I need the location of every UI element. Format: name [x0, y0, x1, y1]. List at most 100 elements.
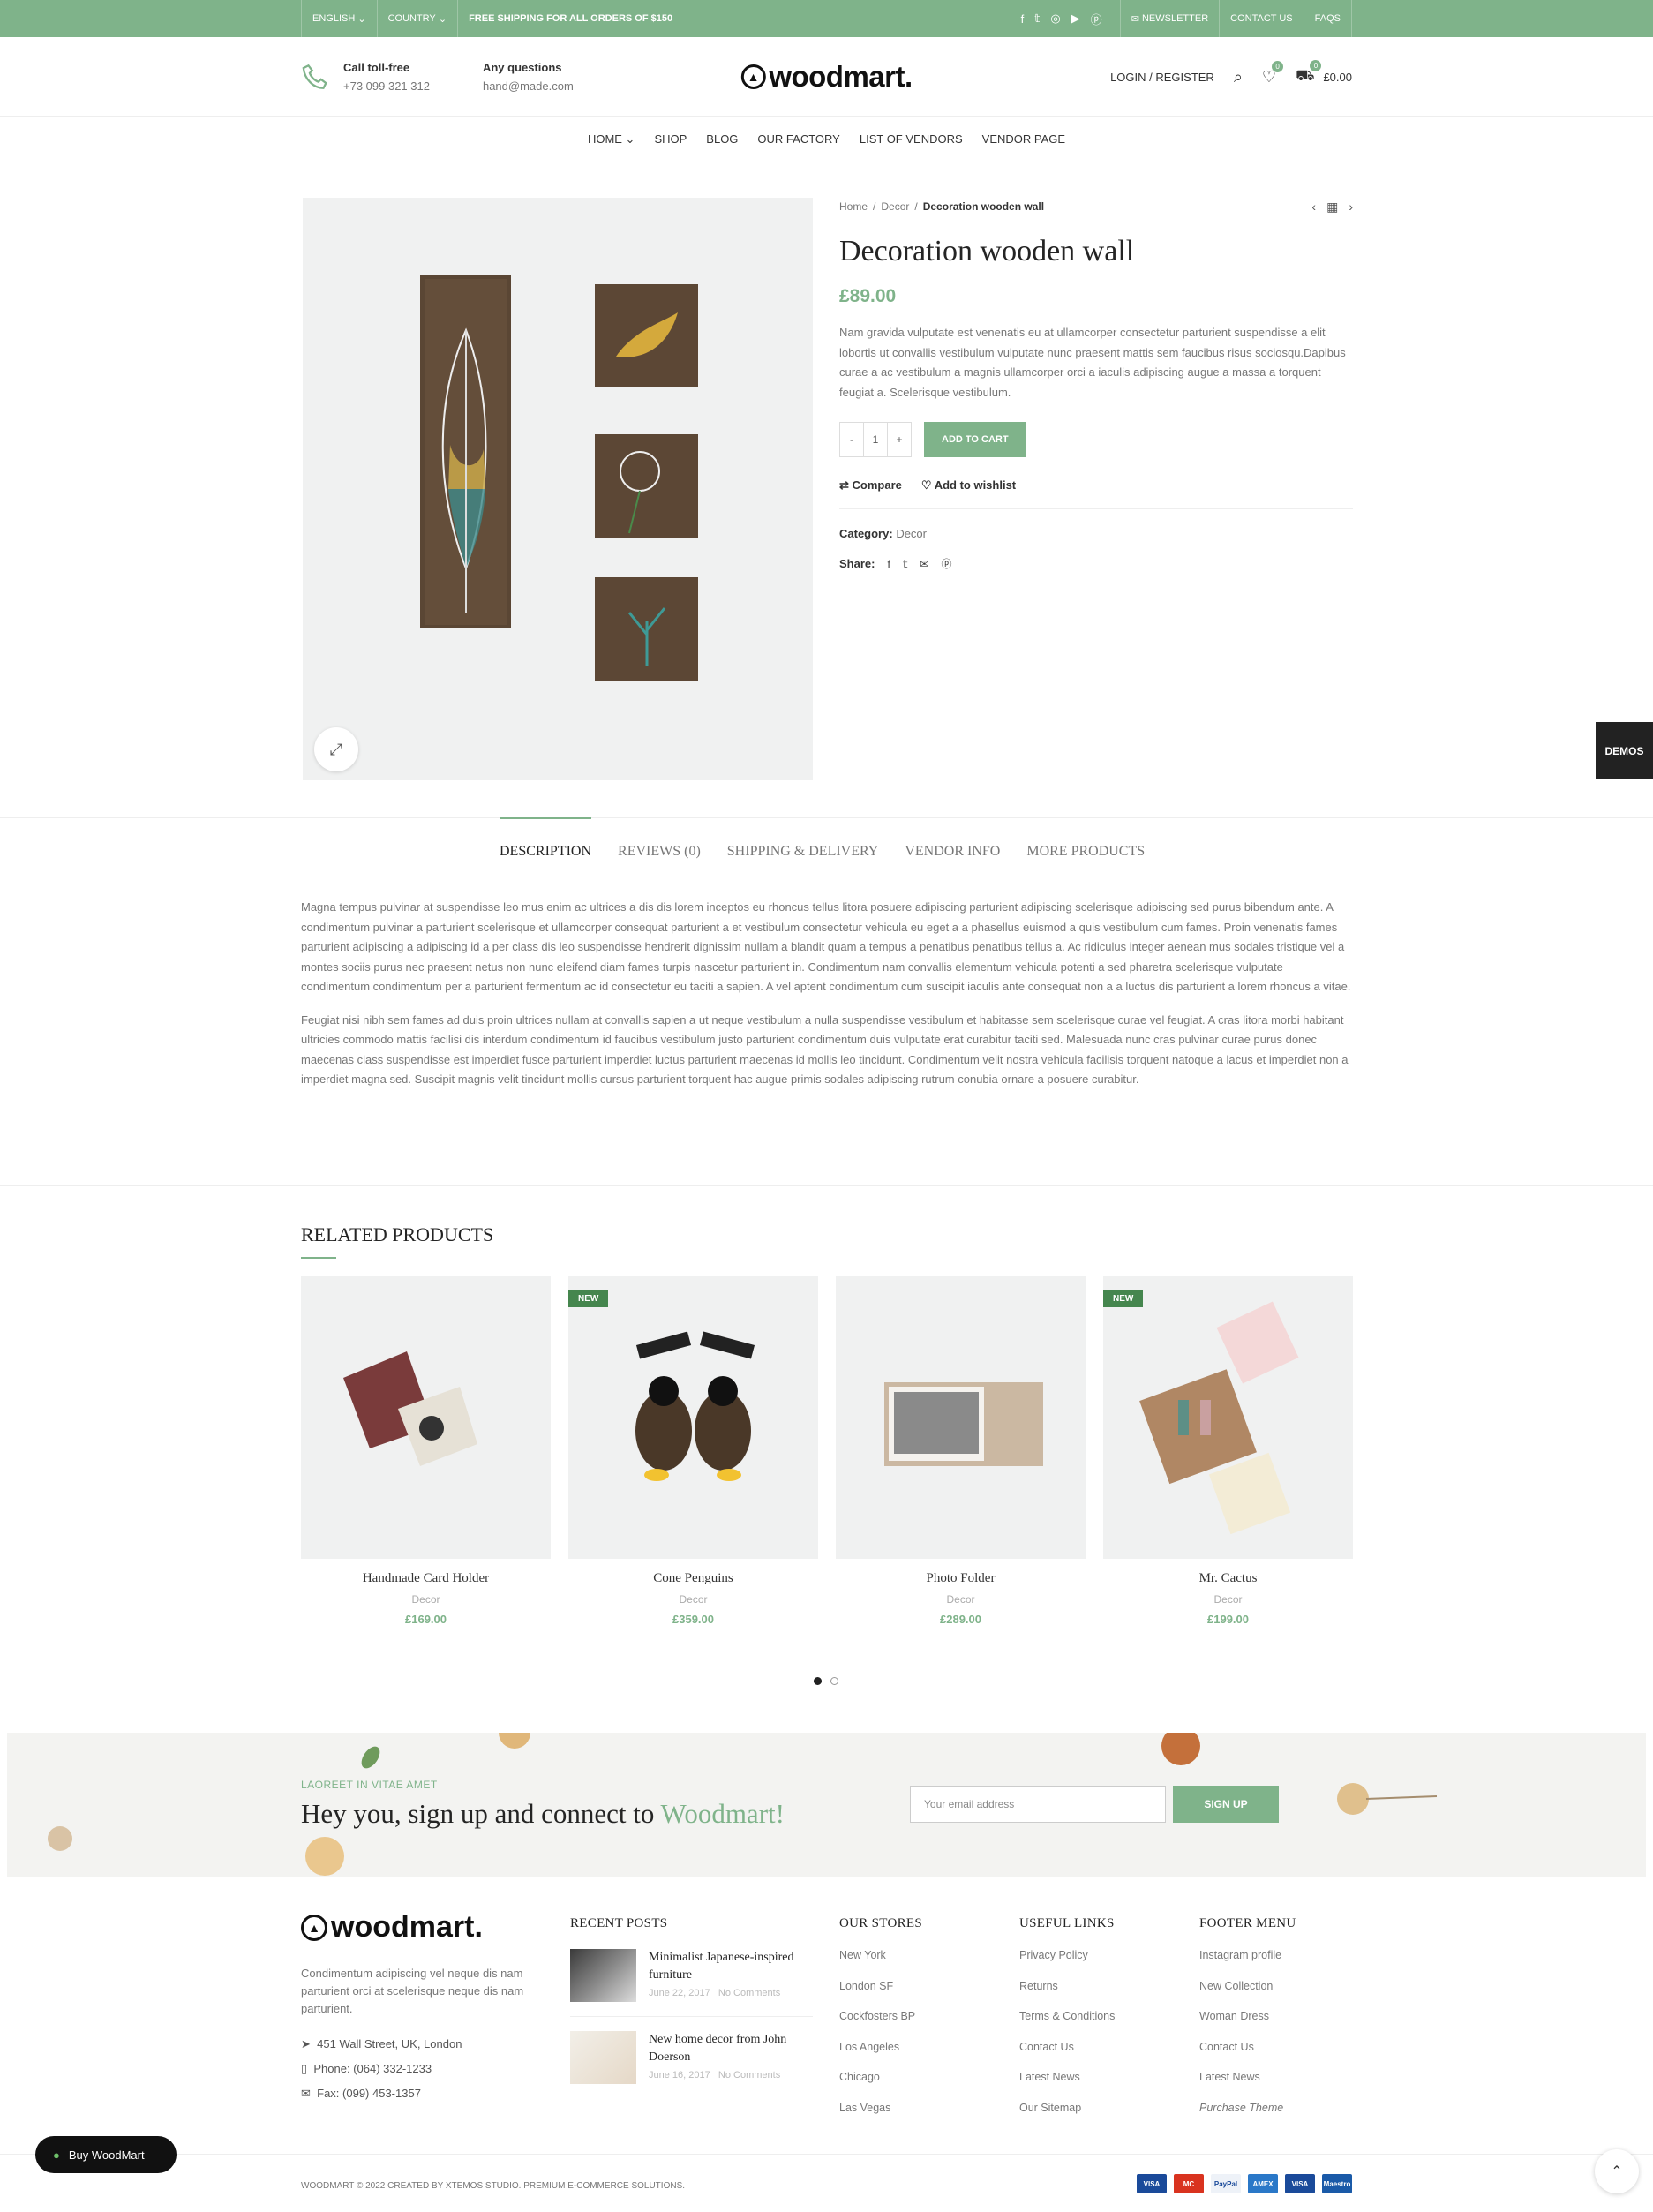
scroll-to-top-icon[interactable]: ⌃	[1595, 2149, 1639, 2193]
signup-button[interactable]: SIGN UP	[1173, 1786, 1279, 1823]
email-input[interactable]: Your email address	[910, 1786, 1166, 1823]
product-card-category[interactable]: Decor	[1103, 1593, 1353, 1606]
contact-link[interactable]: CONTACT US	[1219, 0, 1304, 37]
tab-description[interactable]: DESCRIPTION	[500, 817, 592, 866]
questions-email[interactable]: hand@made.com	[483, 79, 574, 93]
product-card-category[interactable]: Decor	[568, 1593, 818, 1606]
next-product-icon[interactable]: ›	[1349, 199, 1353, 214]
grid-icon[interactable]: ▦	[1326, 199, 1338, 214]
footer-menu-link[interactable]: Instagram profile	[1199, 1949, 1296, 1980]
store-link[interactable]: New York	[839, 1949, 922, 1980]
product-card-image[interactable]: NEW	[568, 1276, 818, 1559]
footer-menu-link[interactable]: Woman Dress	[1199, 2010, 1296, 2041]
top-bar: ENGLISH ⌄ COUNTRY ⌄ FREE SHIPPING FOR AL…	[0, 0, 1653, 37]
product-card-image[interactable]: NEW	[1103, 1276, 1353, 1559]
breadcrumb-home[interactable]: Home	[839, 200, 868, 213]
quantity-stepper[interactable]: - 1 +	[839, 422, 912, 457]
post-title[interactable]: Minimalist Japanese-inspired furniture	[649, 1949, 812, 1984]
breadcrumb-decor[interactable]: Decor	[881, 200, 909, 213]
paypal-icon: PayPal	[1211, 2174, 1241, 2193]
nav-vendor-page[interactable]: VENDOR PAGE	[982, 132, 1065, 146]
footer-logo[interactable]: ▲ woodmart.	[301, 1910, 483, 1945]
store-link[interactable]: London SF	[839, 1980, 922, 2011]
product-card-category[interactable]: Decor	[836, 1593, 1086, 1606]
newsletter-link[interactable]: ✉ NEWSLETTER	[1119, 0, 1219, 37]
tab-vendor-info[interactable]: VENDOR INFO	[905, 817, 1000, 866]
qty-input[interactable]: 1	[863, 423, 888, 456]
country-select[interactable]: COUNTRY ⌄	[376, 0, 457, 37]
product-card-name[interactable]: Handmade Card Holder	[301, 1571, 551, 1586]
recent-posts-title: RECENT POSTS	[570, 1916, 668, 1930]
footer-link[interactable]: Privacy Policy	[1019, 1949, 1115, 1980]
nav-shop[interactable]: SHOP	[654, 132, 687, 146]
wishlist-count: 0	[1272, 60, 1284, 72]
footer-link[interactable]: Contact Us	[1019, 2041, 1115, 2072]
footer-link[interactable]: Terms & Conditions	[1019, 2010, 1115, 2041]
footer-link[interactable]: Returns	[1019, 1980, 1115, 2011]
footer-menu-link[interactable]: Contact Us	[1199, 2041, 1296, 2072]
expand-icon[interactable]: ⤢	[314, 727, 358, 771]
language-select[interactable]: ENGLISH ⌄	[301, 0, 377, 37]
search-icon[interactable]: ⌕	[1234, 68, 1243, 87]
product-card[interactable]: Handmade Card Holder Decor £169.00	[301, 1276, 551, 1626]
faqs-link[interactable]: FAQS	[1303, 0, 1352, 37]
buy-woodmart-button[interactable]: ● Buy WoodMart	[35, 2136, 177, 2173]
product-card-category[interactable]: Decor	[301, 1593, 551, 1606]
product-gallery[interactable]: ⤢	[303, 198, 813, 780]
pinterest-icon[interactable]: ⓟ	[1091, 11, 1102, 27]
store-link[interactable]: Chicago	[839, 2071, 922, 2102]
cart-button[interactable]: ⛟ 0 £0.00	[1296, 60, 1352, 87]
product-card-image[interactable]	[836, 1276, 1086, 1559]
post-item[interactable]: Minimalist Japanese-inspired furniture Ju…	[570, 1949, 813, 2002]
prev-product-icon[interactable]: ‹	[1311, 199, 1316, 214]
facebook-icon[interactable]: f	[1021, 12, 1025, 26]
youtube-icon[interactable]: ▶	[1071, 11, 1080, 26]
call-number: +73 099 321 312	[343, 79, 430, 93]
post-thumbnail[interactable]	[570, 1949, 636, 2002]
qty-minus-button[interactable]: -	[840, 423, 863, 456]
tab-shipping[interactable]: SHIPPING & DELIVERY	[727, 817, 879, 866]
nav-list-of-vendors[interactable]: LIST OF VENDORS	[860, 132, 963, 146]
nav-home[interactable]: HOME ⌄	[588, 132, 635, 147]
tab-more-products[interactable]: MORE PRODUCTS	[1026, 817, 1145, 866]
store-link[interactable]: Cockfosters BP	[839, 2010, 922, 2041]
demos-button[interactable]: DEMOS	[1596, 722, 1653, 779]
post-thumbnail[interactable]	[570, 2031, 636, 2084]
store-link[interactable]: Las Vegas	[839, 2102, 922, 2133]
footer-link[interactable]: Latest News	[1019, 2071, 1115, 2102]
product-card[interactable]: NEW Cone Penguins Decor £359.00	[568, 1276, 818, 1626]
product-card-name[interactable]: Cone Penguins	[568, 1571, 818, 1586]
mastercard-icon: MC	[1174, 2174, 1204, 2193]
twitter-icon[interactable]: 𝕥	[903, 558, 908, 570]
footer-menu-link[interactable]: Latest News	[1199, 2071, 1296, 2102]
footer-menu-link[interactable]: Purchase Theme	[1199, 2102, 1296, 2133]
compare-link[interactable]: ⇄ Compare	[839, 478, 902, 493]
add-to-cart-button[interactable]: ADD TO CART	[924, 422, 1026, 457]
wishlist-button[interactable]: ♡ 0	[1262, 60, 1284, 87]
site-logo[interactable]: ▲ woodmart.	[740, 60, 913, 94]
post-item[interactable]: New home decor from John Doerson June 16,…	[570, 2031, 813, 2084]
qty-plus-button[interactable]: +	[888, 423, 911, 456]
category-link[interactable]: Decor	[896, 527, 927, 540]
pinterest-icon[interactable]: ⓟ	[941, 556, 951, 571]
login-register-link[interactable]: LOGIN / REGISTER	[1110, 71, 1214, 84]
carousel-dot[interactable]	[830, 1677, 838, 1685]
footer-menu-link[interactable]: New Collection	[1199, 1980, 1296, 2011]
product-card[interactable]: NEW Mr. Cactus Decor £199.00	[1103, 1276, 1353, 1626]
add-to-wishlist-link[interactable]: ♡ Add to wishlist	[921, 478, 1016, 493]
product-card[interactable]: Photo Folder Decor £289.00	[836, 1276, 1086, 1626]
tab-reviews[interactable]: REVIEWS (0)	[618, 817, 701, 866]
product-card-name[interactable]: Photo Folder	[836, 1571, 1086, 1586]
instagram-icon[interactable]: ◎	[1050, 11, 1060, 26]
facebook-icon[interactable]: f	[887, 558, 890, 570]
product-card-image[interactable]	[301, 1276, 551, 1559]
nav-our-factory[interactable]: OUR FACTORY	[757, 132, 839, 146]
carousel-dot[interactable]	[814, 1677, 822, 1685]
store-link[interactable]: Los Angeles	[839, 2041, 922, 2072]
post-title[interactable]: New home decor from John Doerson	[649, 2031, 812, 2066]
footer-link[interactable]: Our Sitemap	[1019, 2102, 1115, 2133]
nav-blog[interactable]: BLOG	[706, 132, 738, 146]
email-icon[interactable]: ✉	[920, 558, 928, 570]
product-card-name[interactable]: Mr. Cactus	[1103, 1571, 1353, 1586]
twitter-icon[interactable]: 𝕥	[1034, 11, 1040, 26]
